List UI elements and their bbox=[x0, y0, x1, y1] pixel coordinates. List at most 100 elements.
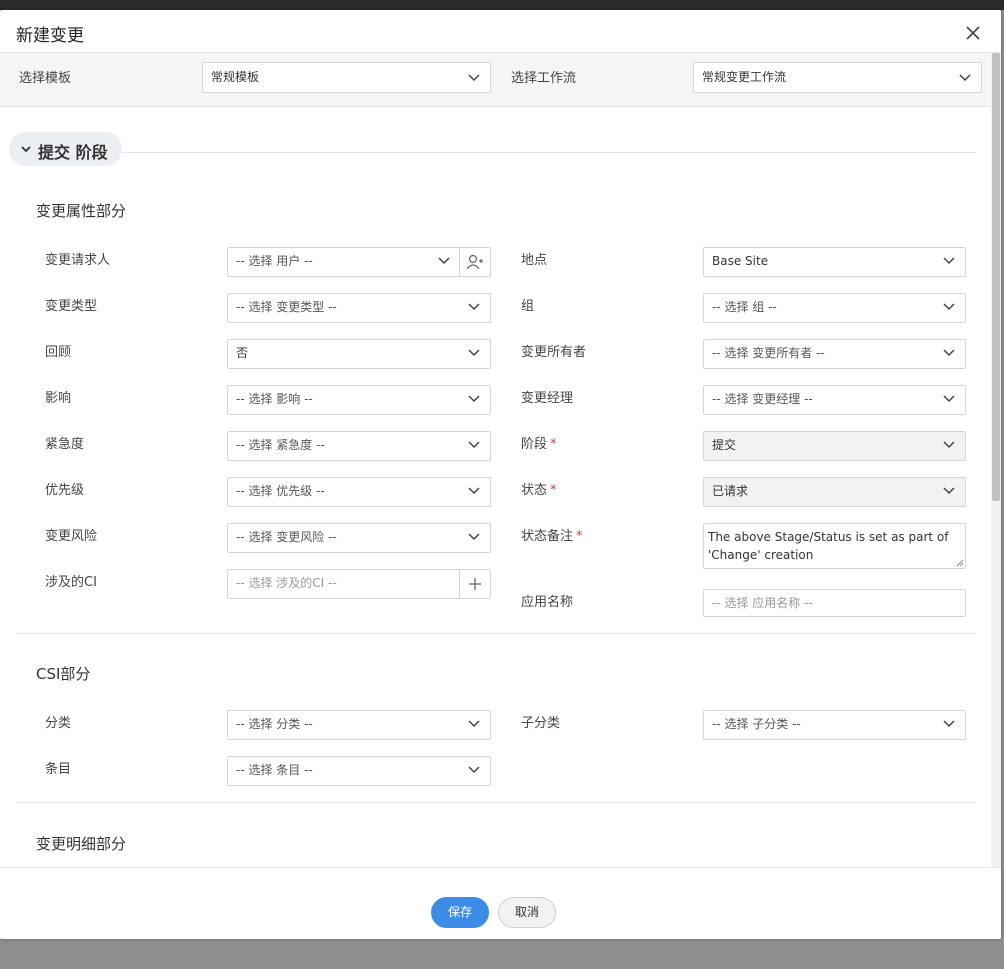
risk-label: 变更风险 bbox=[45, 529, 98, 544]
status-value: 已请求 bbox=[712, 484, 749, 498]
chevron-down-icon bbox=[943, 487, 955, 495]
required-marker: * bbox=[576, 529, 583, 544]
site-label: 地点 bbox=[521, 253, 548, 268]
change-type-select[interactable]: -- 选择 变更类型 -- bbox=[227, 293, 491, 323]
ci-input[interactable]: -- 选择 涉及的CI -- bbox=[227, 569, 491, 599]
template-label: 选择模板 bbox=[19, 71, 72, 86]
item-value: -- 选择 条目 -- bbox=[236, 763, 313, 777]
chevron-down-icon bbox=[438, 257, 450, 265]
app-top-bar bbox=[0, 0, 1004, 10]
chevron-down-icon bbox=[468, 303, 480, 311]
subcategory-select[interactable]: -- 选择 子分类 -- bbox=[703, 710, 966, 740]
chevron-down-icon bbox=[943, 257, 955, 265]
template-select[interactable]: 常规模板 bbox=[202, 62, 491, 93]
item-select[interactable]: -- 选择 条目 -- bbox=[227, 756, 491, 786]
group-select[interactable]: -- 选择 组 -- bbox=[703, 293, 966, 323]
chevron-down-icon bbox=[468, 395, 480, 403]
close-icon[interactable] bbox=[962, 22, 984, 44]
status-comment-label: 状态备注 * bbox=[521, 525, 583, 544]
stage-field-label: 阶段 * bbox=[521, 433, 557, 452]
chevron-down-icon bbox=[943, 720, 955, 728]
ci-label: 涉及的CI bbox=[45, 575, 97, 590]
status-field-label: 状态 * bbox=[521, 479, 557, 498]
save-button[interactable]: 保存 bbox=[431, 897, 489, 928]
category-select[interactable]: -- 选择 分类 -- bbox=[227, 710, 491, 740]
requester-select[interactable]: -- 选择 用户 -- bbox=[227, 247, 491, 277]
required-marker: * bbox=[550, 437, 557, 452]
csi-heading: CSI部分 bbox=[36, 665, 91, 683]
stage-field-text: 阶段 bbox=[521, 437, 548, 452]
category-value: -- 选择 分类 -- bbox=[236, 717, 313, 731]
add-user-button[interactable] bbox=[459, 248, 490, 276]
group-value: -- 选择 组 -- bbox=[712, 300, 777, 314]
status-comment-value: The above Stage/Status is set as part of… bbox=[708, 530, 949, 562]
review-select[interactable]: 否 bbox=[227, 339, 491, 369]
add-ci-button[interactable] bbox=[459, 570, 490, 598]
status-comment-text: 状态备注 bbox=[521, 529, 574, 544]
required-marker: * bbox=[550, 483, 557, 498]
change-type-value: -- 选择 变更类型 -- bbox=[236, 300, 337, 314]
chevron-down-icon bbox=[468, 349, 480, 357]
stage-label: 提交 阶段 bbox=[38, 143, 108, 162]
risk-select[interactable]: -- 选择 变更风险 -- bbox=[227, 523, 491, 553]
manager-value: -- 选择 变更经理 -- bbox=[712, 392, 813, 406]
site-select[interactable]: Base Site bbox=[703, 247, 966, 277]
manager-select[interactable]: -- 选择 变更经理 -- bbox=[703, 385, 966, 415]
chevron-down-icon bbox=[943, 441, 955, 449]
app-name-placeholder: -- 选择 应用名称 -- bbox=[712, 596, 813, 610]
impact-value: -- 选择 影响 -- bbox=[236, 392, 313, 406]
stage-toggle[interactable]: 提交 阶段 bbox=[9, 132, 122, 166]
chevron-down-icon bbox=[468, 533, 480, 541]
priority-label: 优先级 bbox=[45, 483, 85, 498]
template-bar: 选择模板 常规模板 选择工作流 常规变更工作流 bbox=[0, 53, 991, 107]
workflow-label: 选择工作流 bbox=[511, 71, 577, 86]
plus-icon bbox=[469, 578, 481, 590]
chevron-down-icon bbox=[959, 74, 971, 82]
workflow-select[interactable]: 常规变更工作流 bbox=[693, 62, 982, 93]
app-name-input[interactable]: -- 选择 应用名称 -- bbox=[703, 589, 966, 617]
priority-select[interactable]: -- 选择 优先级 -- bbox=[227, 477, 491, 507]
change-type-label: 变更类型 bbox=[45, 299, 98, 314]
chevron-down-icon bbox=[943, 395, 955, 403]
change-details-heading: 变更明细部分 bbox=[36, 835, 127, 853]
chevron-down-icon bbox=[468, 720, 480, 728]
site-value: Base Site bbox=[712, 254, 769, 268]
change-attributes-heading: 变更属性部分 bbox=[36, 202, 127, 220]
app-name-label: 应用名称 bbox=[521, 595, 574, 610]
status-field-text: 状态 bbox=[521, 483, 548, 498]
requester-label: 变更请求人 bbox=[45, 253, 111, 268]
cancel-button[interactable]: 取消 bbox=[498, 897, 556, 928]
owner-select[interactable]: -- 选择 变更所有者 -- bbox=[703, 339, 966, 369]
category-label: 分类 bbox=[45, 716, 72, 731]
template-value: 常规模板 bbox=[211, 70, 260, 84]
chevron-down-icon bbox=[468, 441, 480, 449]
urgency-select[interactable]: -- 选择 紧急度 -- bbox=[227, 431, 491, 461]
chevron-down-icon bbox=[21, 146, 31, 153]
owner-label: 变更所有者 bbox=[521, 345, 587, 360]
stage-select[interactable]: 提交 bbox=[703, 431, 966, 461]
add-user-icon bbox=[466, 254, 483, 270]
priority-value: -- 选择 优先级 -- bbox=[236, 484, 325, 498]
manager-label: 变更经理 bbox=[521, 391, 574, 406]
impact-select[interactable]: -- 选择 影响 -- bbox=[227, 385, 491, 415]
scrollbar-thumb[interactable] bbox=[992, 53, 1000, 501]
risk-value: -- 选择 变更风险 -- bbox=[236, 530, 337, 544]
resize-handle-icon[interactable] bbox=[956, 559, 964, 567]
subcategory-label: 子分类 bbox=[521, 716, 561, 731]
status-select[interactable]: 已请求 bbox=[703, 477, 966, 507]
section-divider bbox=[16, 633, 976, 634]
requester-value: -- 选择 用户 -- bbox=[236, 254, 313, 268]
ci-placeholder: -- 选择 涉及的CI -- bbox=[236, 576, 337, 590]
stage-value: 提交 bbox=[712, 438, 737, 452]
review-label: 回顾 bbox=[45, 345, 72, 360]
impact-label: 影响 bbox=[45, 391, 72, 406]
review-value: 否 bbox=[236, 346, 249, 360]
chevron-down-icon bbox=[468, 74, 480, 82]
dialog-body: 提交 阶段 变更属性部分 变更请求人 -- 选择 用户 -- 变更类型 -- 选… bbox=[0, 107, 991, 867]
chevron-down-icon bbox=[943, 303, 955, 311]
status-comment-textarea[interactable]: The above Stage/Status is set as part of… bbox=[703, 523, 966, 569]
stage-divider bbox=[122, 152, 976, 153]
new-change-dialog: 新建变更 选择模板 常规模板 选择工作流 常规变更工作流 提交 阶段 变更属性部… bbox=[0, 10, 1001, 939]
group-label: 组 bbox=[521, 299, 535, 314]
dialog-title: 新建变更 bbox=[16, 26, 84, 46]
